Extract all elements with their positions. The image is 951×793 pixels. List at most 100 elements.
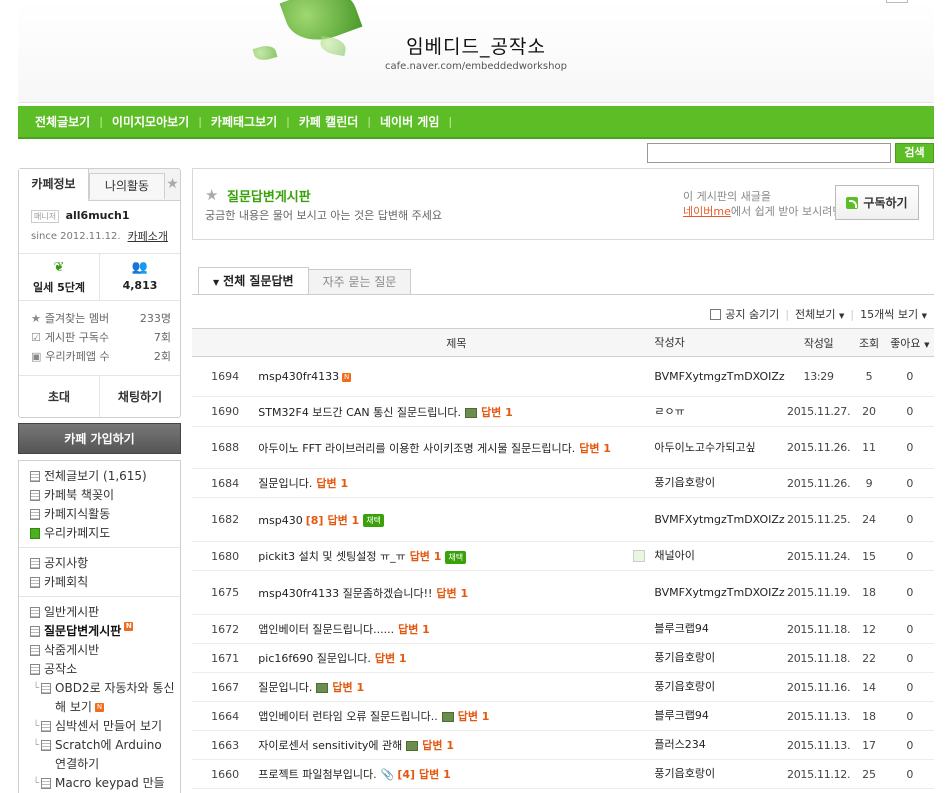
reply-count[interactable]: 답변 1 bbox=[436, 587, 468, 600]
post-title-link[interactable]: pickit3 설치 및 셋팅설정 ㅠ_ㅠ bbox=[258, 550, 405, 563]
invite-button[interactable]: 초대 bbox=[19, 376, 100, 417]
like-count: 0 bbox=[885, 497, 934, 542]
reply-count[interactable]: 답변 1 bbox=[481, 406, 513, 419]
menu-all-posts[interactable]: 전체글보기 (1,615) bbox=[19, 467, 180, 486]
cafe-url[interactable]: cafe.naver.com/embeddedworkshop bbox=[18, 61, 934, 72]
post-title-link[interactable]: msp430fr4133 bbox=[258, 370, 339, 383]
post-title-link[interactable]: 질문입니다. bbox=[258, 477, 312, 490]
manager-name[interactable]: all6much1 bbox=[66, 209, 130, 222]
menu-cafe-book[interactable]: 카페북 책꽂이 bbox=[19, 486, 180, 505]
author-name[interactable]: BVMFXytmgzTmDXOIZz bbox=[654, 586, 784, 599]
post-title-link[interactable]: msp430fr4133 질문좀하겠습니다!! bbox=[258, 587, 432, 600]
star-icon[interactable]: ★ bbox=[205, 186, 218, 204]
author-name[interactable]: 채널아이 bbox=[654, 549, 694, 562]
comment-count[interactable]: [4] bbox=[397, 768, 415, 781]
menu-general-board[interactable]: 일반게시판 bbox=[19, 603, 180, 622]
subscribe-button[interactable]: 구독하기 bbox=[835, 185, 919, 220]
reply-count[interactable]: 답변 1 bbox=[375, 652, 407, 665]
reply-count[interactable]: 답변 1 bbox=[422, 739, 454, 752]
author-name[interactable]: 아두이노고수가되고싶 bbox=[654, 441, 755, 454]
author-name[interactable]: 풍기읍호랑이 bbox=[654, 767, 715, 780]
table-row[interactable]: 1680 pickit3 설치 및 셋팅설정 ㅠ_ㅠ 답변 1 채택 채널아이 2015.… bbox=[192, 541, 934, 571]
table-row[interactable]: 1667 질문입니다. 답변 1 풍기읍호랑이 2015.11.16. 14 0 bbox=[192, 672, 934, 702]
author-name[interactable]: 블루크랩94 bbox=[654, 709, 708, 722]
post-title-link[interactable]: 아두이노 FFT 라이브러리를 이용한 사이키조명 게시물 질문드립니다. bbox=[258, 442, 575, 455]
star-icon: ★ bbox=[31, 312, 41, 325]
author-name[interactable]: 풍기읍호랑이 bbox=[654, 651, 715, 664]
search-input[interactable] bbox=[647, 143, 891, 163]
cafe-level[interactable]: ❦ 일세 5단계 bbox=[19, 254, 100, 300]
nav-all-posts[interactable]: 전체글보기 bbox=[26, 113, 99, 130]
post-title-link[interactable]: 앱인베이터 질문드립니다...... bbox=[258, 623, 394, 636]
nav-calendar[interactable]: 카페 캘린더 bbox=[290, 113, 367, 130]
reply-count[interactable]: 답변 1 bbox=[410, 550, 442, 563]
table-row[interactable]: 1672 앱인베이터 질문드립니다...... 답변 1 블루크랩94 2015.11.… bbox=[192, 614, 934, 644]
menu-notice[interactable]: 공지사항 bbox=[19, 554, 180, 573]
cafe-intro-link[interactable]: 카페소개 bbox=[128, 228, 168, 244]
reply-count[interactable]: 답변 1 bbox=[579, 442, 611, 455]
member-count[interactable]: 👥 4,813 bbox=[100, 254, 180, 300]
table-row[interactable]: 1664 앱인베이터 런타임 오류 질문드립니다.. 답변 1 블루크랩94 2015.… bbox=[192, 701, 934, 731]
cafe-info-panel: 카페정보 나의활동 ★ 매니저 all6much1 since 2012.11.… bbox=[18, 168, 181, 418]
menu-knowledge[interactable]: 카페지식활동 bbox=[19, 505, 180, 524]
nav-naver-game[interactable]: 네이버 게임 bbox=[371, 113, 448, 130]
menu-scratch-arduino[interactable]: └ Scratch에 Arduino 연결하기 bbox=[19, 736, 180, 774]
tab-all-qna[interactable]: ▼ 전체 질문답변 bbox=[198, 267, 309, 295]
reply-count[interactable]: 답변 1 bbox=[332, 681, 364, 694]
tab-faq[interactable]: 자주 묻는 질문 bbox=[308, 269, 412, 295]
menu-rules[interactable]: 카페회칙 bbox=[19, 573, 180, 592]
reply-count[interactable]: 답변 1 bbox=[398, 623, 430, 636]
reply-count[interactable]: 답변 1 bbox=[458, 710, 490, 723]
table-row[interactable]: 1694 msp430fr4133 N BVMFXytmgzTmDXOIZz 13:29… bbox=[192, 356, 934, 397]
reply-count[interactable]: 답변 1 bbox=[327, 514, 359, 527]
post-title-link[interactable]: 프로젝트 파일첨부입니다. bbox=[258, 768, 376, 781]
author-name[interactable]: 블루크랩94 bbox=[654, 622, 708, 635]
comment-count[interactable]: [8] bbox=[306, 514, 324, 527]
table-row[interactable]: 1682 msp430 [8] 답변 1 채택 BVMFXytmgzTmDXOIZz 201… bbox=[192, 497, 934, 542]
post-title-link[interactable]: STM32F4 보드간 CAN 통신 질문드립니다. bbox=[258, 406, 461, 419]
table-row[interactable]: 1671 pic16f690 질문입니다. 답변 1 풍기읍호랑이 2015.11.18… bbox=[192, 643, 934, 673]
table-row[interactable]: 1684 질문입니다. 답변 1 풍기읍호랑이 2015.11.26. 9 0 bbox=[192, 468, 934, 498]
menu-qna-board[interactable]: 질문답변게시판 N bbox=[19, 622, 180, 641]
post-title-link[interactable]: 앱인베이터 런타임 오류 질문드립니다.. bbox=[258, 710, 437, 723]
menu-workshop[interactable]: 공작소 bbox=[19, 660, 180, 679]
tab-my-activity[interactable]: 나의활동 bbox=[89, 173, 165, 199]
table-row[interactable]: 1688 아두이노 FFT 라이브러리를 이용한 사이키조명 게시물 질문드립니다… bbox=[192, 426, 934, 469]
menu-heart-sensor[interactable]: └ 심박센서 만들어 보기 bbox=[19, 717, 180, 736]
menu-cafe-map[interactable]: 우리카페지도 bbox=[19, 524, 180, 543]
table-row[interactable]: 1690 STM32F4 보드간 CAN 통신 질문드립니다. 답변 1 ㄹㅇㅠ 201… bbox=[192, 396, 934, 427]
table-row[interactable]: 1663 자이로센서 sensitivity에 관해 답변 1 플러스234 2015.… bbox=[192, 730, 934, 760]
author-name[interactable]: ㄹㅇㅠ bbox=[654, 405, 684, 418]
post-title-link[interactable]: 자이로센서 sensitivity에 관해 bbox=[258, 739, 402, 752]
table-row[interactable]: 1660 프로젝트 파일첨부입니다. 📎 [4] 답변 1 풍기읍호랑이 2015.11.1… bbox=[192, 759, 934, 789]
col-likes[interactable]: 좋아요 ▼ bbox=[885, 328, 934, 357]
favorite-star-icon[interactable]: ★ bbox=[165, 169, 180, 200]
post-title-link[interactable]: 질문입니다. bbox=[258, 681, 312, 694]
author-name[interactable]: BVMFXytmgzTmDXOIZz bbox=[654, 513, 784, 526]
menu-deleted-board[interactable]: 삭줌게시반 bbox=[19, 641, 180, 660]
view-all-dropdown[interactable]: 전체보기 ▼ bbox=[795, 306, 844, 322]
hide-notice-checkbox[interactable] bbox=[710, 308, 722, 320]
search-button[interactable]: 검색 bbox=[895, 143, 934, 163]
per-page-dropdown[interactable]: 15개씩 보기 ▼ bbox=[860, 306, 927, 322]
nav-tags[interactable]: 카페태그보기 bbox=[202, 113, 286, 130]
author-name[interactable]: 풍기읍호랑이 bbox=[654, 680, 715, 693]
reply-count[interactable]: 답변 1 bbox=[419, 768, 451, 781]
post-title-link[interactable]: msp430 bbox=[258, 514, 302, 527]
table-row[interactable]: 1675 msp430fr4133 질문좀하겠습니다!! 답변 1 BVMFXytmg… bbox=[192, 570, 934, 615]
cafe-title[interactable]: 임베디드_공작소 bbox=[18, 32, 934, 59]
chat-button[interactable]: 채팅하기 bbox=[100, 376, 180, 417]
nav-image-gallery[interactable]: 이미지모아보기 bbox=[103, 113, 198, 130]
hide-notice-label[interactable]: 공지 숨기기 bbox=[725, 306, 779, 322]
top-corner-button[interactable] bbox=[886, 0, 908, 3]
author-name[interactable]: BVMFXytmgzTmDXOIZz bbox=[654, 370, 784, 383]
post-title-link[interactable]: pic16f690 질문입니다. bbox=[258, 652, 371, 665]
menu-obd2[interactable]: └ OBD2로 자동차와 통신해 보기 N bbox=[19, 679, 180, 717]
join-cafe-button[interactable]: 카페 가입하기 bbox=[18, 423, 181, 454]
naver-me-link[interactable]: 네이버me bbox=[683, 205, 731, 218]
author-name[interactable]: 풍기읍호랑이 bbox=[654, 476, 715, 489]
menu-macro-keypad[interactable]: └Macro keypad 만들기 bbox=[19, 774, 180, 793]
tab-cafe-info[interactable]: 카페정보 bbox=[19, 169, 89, 201]
reply-count[interactable]: 답변 1 bbox=[316, 477, 348, 490]
author-name[interactable]: 플러스234 bbox=[654, 738, 705, 751]
